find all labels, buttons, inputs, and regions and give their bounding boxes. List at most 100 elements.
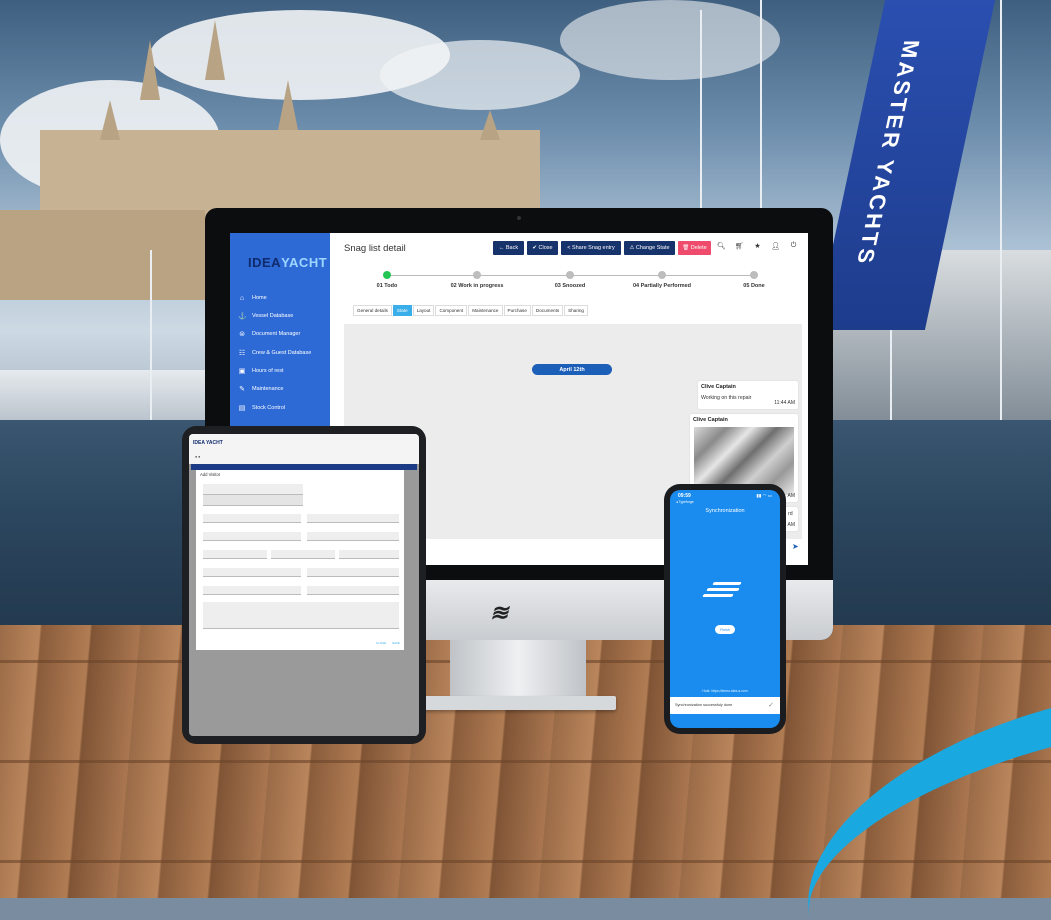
chat-message: Clive Captain Working on this repair 11:… [698, 381, 798, 409]
tab-component[interactable]: Component [435, 305, 468, 316]
visitor-type-select[interactable] [203, 484, 303, 495]
snackbar-text: Synchronization successfuly done [675, 703, 733, 707]
date-divider: April 12th [532, 364, 612, 375]
firstname-field[interactable] [203, 514, 301, 523]
dialog-close-button[interactable]: CLOSE [376, 641, 386, 645]
phone-1-field[interactable] [203, 586, 301, 595]
finish-button[interactable]: Finish [715, 625, 735, 634]
wrench-icon: ✎ [239, 386, 245, 393]
postcode-field[interactable] [339, 550, 399, 559]
back-link[interactable]: ◂ Typeforge [676, 500, 694, 504]
role-field[interactable] [307, 532, 399, 541]
sidebar-item-home[interactable]: ⌂ Home [238, 291, 330, 305]
cathedral-spire [140, 40, 160, 100]
search-icon[interactable]: 🔍︎ [717, 242, 726, 250]
delete-button[interactable]: 🗑 Delete [678, 241, 711, 255]
cathedral-spire [205, 20, 225, 80]
step-dot-partially-performed[interactable] [658, 271, 666, 279]
people-icon: ☷ [238, 350, 246, 357]
step-dot-work-in-progress[interactable] [473, 271, 481, 279]
status-time: 09:59 [678, 493, 691, 499]
step-label: 03 Snoozed [554, 283, 586, 289]
sidebar-item-crew-guest-database[interactable]: ☷ Crew & Guest Database [238, 346, 330, 360]
message-time: 11:44 AM [774, 400, 795, 406]
sidebar-item-maintenance[interactable]: ✎ Maintenance [238, 382, 330, 396]
sidebar-item-hours-of-rest[interactable]: ▣ Hours of rest [238, 364, 330, 378]
star-icon[interactable]: ★ [753, 242, 762, 250]
message-time: AM [787, 493, 796, 499]
message-author: Clive Captain [701, 384, 736, 390]
step-dot-done[interactable] [750, 271, 758, 279]
close-button[interactable]: ✔ Close [527, 241, 558, 255]
step-label: 04 Partially Performed [632, 283, 692, 289]
app-logo[interactable]: IDEAYACHT [248, 255, 327, 270]
sync-snackbar: Synchronization successfuly done ✓ [670, 697, 780, 714]
back-button[interactable]: ← Back [493, 241, 524, 255]
message-author: Clive Captain [693, 417, 728, 423]
host-url: Host: https://demo.idea-a.com [702, 689, 748, 693]
dialog-save-button[interactable]: SAVE [392, 641, 400, 645]
calendar-icon: ▣ [238, 368, 246, 375]
cathedral-spire [278, 80, 298, 130]
phone-screen: 09:59 ▮▮ ◠ ▭ ◂ Typeforge Synchronization… [670, 490, 780, 728]
mast [1000, 0, 1002, 420]
city-field[interactable] [203, 550, 267, 559]
tablet-logo: IDEA YACHT [193, 440, 223, 446]
tab-layout[interactable]: Layout [412, 305, 435, 316]
sidebar-item-document-manager[interactable]: ⊜ Document Manager [238, 327, 330, 341]
visitor-type-option[interactable] [203, 495, 303, 506]
address-field[interactable] [271, 550, 335, 559]
stock-icon: ▤ [238, 405, 246, 412]
document-icon: ⊜ [239, 331, 245, 338]
phone-2-field[interactable] [307, 586, 399, 595]
message-time: AM [787, 522, 796, 528]
cart-icon[interactable]: 🛒︎ [735, 242, 744, 250]
share-snag-entry-button[interactable]: < Share Snag entry [561, 241, 621, 255]
email-2-field[interactable] [307, 568, 399, 577]
tab-state[interactable]: State [392, 305, 412, 316]
notes-field[interactable] [203, 602, 399, 629]
tablet-screen: IDEA YACHT ● ● Add Visitor CLOSE SAVE [189, 434, 419, 736]
step-label: 05 Done [743, 283, 765, 289]
company-field[interactable] [203, 532, 301, 541]
cathedral-spire [100, 100, 120, 140]
step-dot-snoozed[interactable] [566, 271, 574, 279]
message-text: rd [788, 511, 793, 517]
power-icon[interactable]: ⏻ [789, 242, 798, 250]
sidebar-item-stock-control[interactable]: ▤ Stock Control [238, 401, 330, 415]
camera-icon [517, 216, 521, 220]
deck-seam [0, 760, 1051, 763]
signal-battery-icon: ▮▮ ◠ ▭ [756, 493, 772, 498]
anchor-icon: ⚓ [238, 313, 247, 320]
cloud [560, 0, 780, 80]
tablet-header [189, 434, 419, 464]
monitor-stand-base [420, 696, 616, 710]
email-1-field[interactable] [203, 568, 301, 577]
dialog-title: Add Visitor [200, 472, 221, 477]
tab-maintenance[interactable]: Maintenance [468, 305, 503, 316]
tab-general-details[interactable]: General details [353, 305, 392, 316]
home-icon: ⌂ [239, 294, 245, 302]
user-icon[interactable]: 👤︎ [771, 242, 780, 250]
step-label: 02 Work in progress [450, 283, 504, 289]
change-state-button[interactable]: ⚠ Change State [624, 241, 675, 255]
cloud [380, 40, 580, 110]
send-icon[interactable]: ➤ [792, 542, 799, 551]
sidebar-item-vessel-database[interactable]: ⚓ Vessel Database [238, 309, 330, 323]
tablet-breadcrumb: ● ● [195, 455, 201, 459]
cathedral-spire [480, 110, 500, 140]
detail-tabs: General details State Layout Component M… [353, 305, 589, 316]
mast [150, 250, 152, 420]
tab-documents[interactable]: Documents [531, 305, 564, 316]
tab-sharing[interactable]: Sharing [564, 305, 588, 316]
add-visitor-dialog: Add Visitor CLOSE SAVE [196, 470, 404, 650]
monitor-stand [450, 640, 586, 700]
cathedral-wing [0, 210, 205, 300]
lastname-field[interactable] [307, 514, 399, 523]
step-dot-todo[interactable] [383, 271, 391, 279]
sync-title: Synchronization [705, 508, 745, 514]
page-title: Snag list detail [344, 243, 406, 254]
tab-purchase[interactable]: Purchase [503, 305, 531, 316]
check-icon: ✓ [768, 702, 774, 709]
brand-logo-icon [702, 580, 747, 600]
